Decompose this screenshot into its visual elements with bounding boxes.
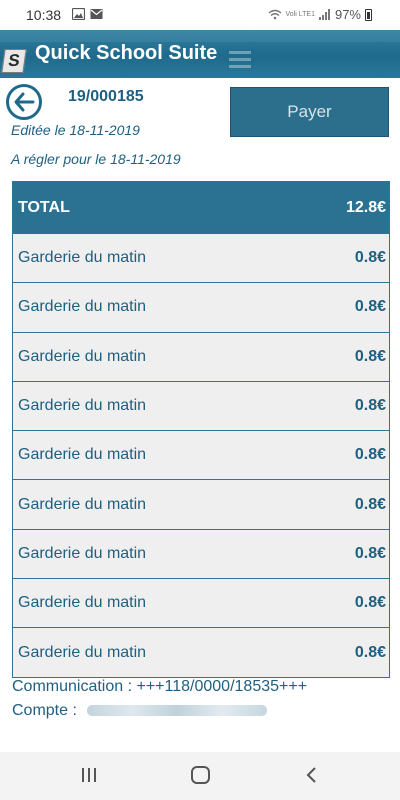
- status-bar: 10:38 Voli LTE1 97%: [0, 0, 400, 30]
- back-button[interactable]: [6, 84, 42, 120]
- item-label: Garderie du matin: [18, 397, 147, 415]
- item-label: Garderie du matin: [18, 446, 147, 464]
- table-row: Garderie du matin 0.8€: [13, 528, 389, 579]
- due-date: A régler pour le 18-11-2019: [11, 151, 181, 167]
- edited-date: Editée le 18-11-2019: [11, 122, 140, 138]
- item-value: 0.8€: [354, 446, 386, 464]
- item-value: 0.8€: [354, 495, 386, 513]
- account-label: Compte :: [12, 702, 77, 719]
- invoice-table: TOTAL 12.8€ Garderie du matin 0.8€ Garde…: [12, 181, 390, 678]
- battery-percent: 97%: [334, 7, 361, 22]
- item-label: Garderie du matin: [18, 643, 147, 661]
- item-label: Garderie du matin: [18, 347, 147, 365]
- wifi-icon: [268, 9, 281, 20]
- pay-button[interactable]: Payer: [230, 87, 389, 137]
- item-label: Garderie du matin: [18, 544, 147, 562]
- network-label: Voli LTE1: [285, 11, 315, 18]
- item-label: Garderie du matin: [18, 594, 147, 612]
- signal-icon: [318, 9, 330, 20]
- system-nav-bar: [0, 752, 400, 800]
- recents-icon[interactable]: [81, 768, 97, 782]
- item-value: 0.8€: [354, 347, 386, 365]
- battery-icon: [365, 8, 372, 21]
- total-label: TOTAL: [18, 198, 70, 216]
- table-row: Garderie du matin 0.8€: [13, 380, 389, 431]
- item-value: 0.8€: [354, 594, 386, 612]
- item-label: Garderie du matin: [18, 249, 147, 267]
- nav-back-icon[interactable]: [305, 766, 317, 784]
- total-row: TOTAL 12.8€: [13, 182, 389, 233]
- item-value: 0.8€: [354, 249, 386, 267]
- item-label: Garderie du matin: [18, 495, 147, 513]
- mail-icon: [90, 9, 103, 19]
- communication-text: Communication : +++118/0000/18535+++: [12, 678, 308, 695]
- home-icon[interactable]: [191, 766, 210, 784]
- status-right: Voli LTE1 97%: [268, 7, 372, 22]
- app-bar-highlight: [0, 30, 400, 42]
- menu-icon[interactable]: [229, 51, 251, 69]
- account-redacted: [87, 705, 267, 716]
- table-row: Garderie du matin 0.8€: [13, 578, 389, 628]
- table-row: Garderie du matin 0.8€: [13, 282, 389, 332]
- invoice-number: 19/000185: [68, 88, 144, 105]
- status-time: 10:38: [26, 7, 62, 23]
- table-row: Garderie du matin 0.8€: [13, 627, 389, 677]
- table-row: Garderie du matin 0.8€: [13, 331, 389, 381]
- item-value: 0.8€: [354, 298, 386, 316]
- app-bar: S Quick School Suite: [0, 30, 400, 78]
- total-value: 12.8€: [345, 198, 386, 216]
- table-row: Garderie du matin 0.8€: [13, 479, 389, 529]
- item-value: 0.8€: [354, 397, 386, 415]
- item-value: 0.8€: [354, 643, 386, 661]
- app-logo: S: [1, 49, 27, 73]
- table-row: Garderie du matin 0.8€: [13, 233, 389, 283]
- app-title: Quick School Suite: [35, 42, 218, 64]
- item-label: Garderie du matin: [18, 298, 147, 316]
- back-arrow-icon: [14, 92, 35, 112]
- image-icon: [72, 8, 85, 20]
- table-row: Garderie du matin 0.8€: [13, 430, 389, 480]
- item-value: 0.8€: [354, 544, 386, 562]
